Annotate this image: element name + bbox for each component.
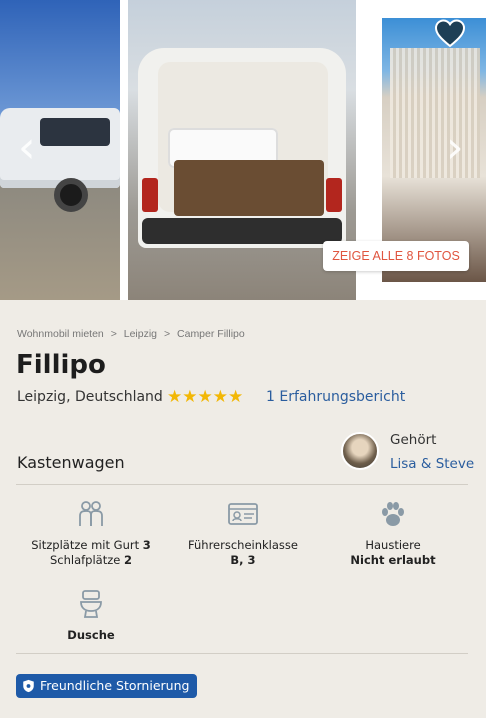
breadcrumb-separator: >	[110, 328, 117, 340]
breadcrumb-separator: >	[163, 328, 171, 340]
shield-icon	[23, 679, 34, 693]
macrame-decor	[390, 48, 480, 178]
license-label: Führerscheinklasse	[188, 538, 298, 552]
breadcrumb-item[interactable]: Leipzig	[124, 328, 157, 340]
heart-icon[interactable]	[434, 18, 466, 50]
feature-seats: Sitzplätze mit Gurt 3 Schlafplätze 2	[16, 498, 166, 568]
seats-label: Sitzplätze mit Gurt	[31, 538, 140, 552]
paw-icon	[382, 502, 404, 526]
van-rear-illustration	[138, 48, 346, 248]
beds-label: Schlafplätze	[49, 553, 121, 567]
chevron-right-icon[interactable]: ›	[446, 126, 464, 170]
listing-info-panel: Wohnmobil mieten > Leipzig > Camper Fill…	[0, 300, 486, 718]
owner-label: Gehört	[390, 432, 437, 448]
owner-avatar[interactable]	[341, 432, 379, 470]
feature-pets: Haustiere Nicht erlaubt	[318, 498, 468, 568]
breadcrumb-item[interactable]: Wohnmobil mieten	[17, 328, 104, 340]
photo-van-rear[interactable]	[128, 0, 356, 300]
people-icon	[79, 501, 103, 526]
show-all-photos-button[interactable]: ZEIGE ALLE 8 FOTOS	[323, 241, 469, 271]
reviews-link[interactable]: 1 Erfahrungsbericht	[266, 389, 405, 405]
shower-label: Dusche	[67, 628, 115, 642]
seats-value: 3	[142, 538, 151, 552]
vehicle-type: Kastenwagen	[17, 453, 125, 472]
feature-license: Führerscheinklasse B, 3	[168, 498, 318, 568]
listing-location: Leipzig, Deutschland	[17, 389, 163, 405]
rating-stars: ★★★★★	[167, 387, 244, 407]
free-cancellation-badge[interactable]: Freundliche Stornierung	[16, 674, 198, 698]
pets-label: Haustiere	[365, 538, 421, 552]
divider	[16, 484, 468, 485]
photo-gallery[interactable]: ‹ › ZEIGE ALLE 8 FOTOS	[0, 0, 486, 300]
chevron-left-icon[interactable]: ‹	[18, 126, 36, 170]
divider	[16, 653, 468, 654]
feature-shower: Dusche	[16, 588, 166, 643]
badge-label: Freundliche Stornierung	[40, 678, 190, 693]
beds-value: 2	[124, 553, 133, 567]
listing-title: Fillipo	[16, 350, 106, 380]
license-value: B, 3	[230, 553, 256, 567]
license-card-icon	[228, 503, 258, 525]
breadcrumb-item[interactable]: Camper Fillipo	[177, 328, 245, 340]
owner-name-link[interactable]: Lisa & Steve	[390, 456, 474, 472]
breadcrumb: Wohnmobil mieten > Leipzig > Camper Fill…	[17, 328, 245, 340]
pets-value: Nicht erlaubt	[350, 553, 436, 567]
toilet-icon	[80, 590, 102, 618]
